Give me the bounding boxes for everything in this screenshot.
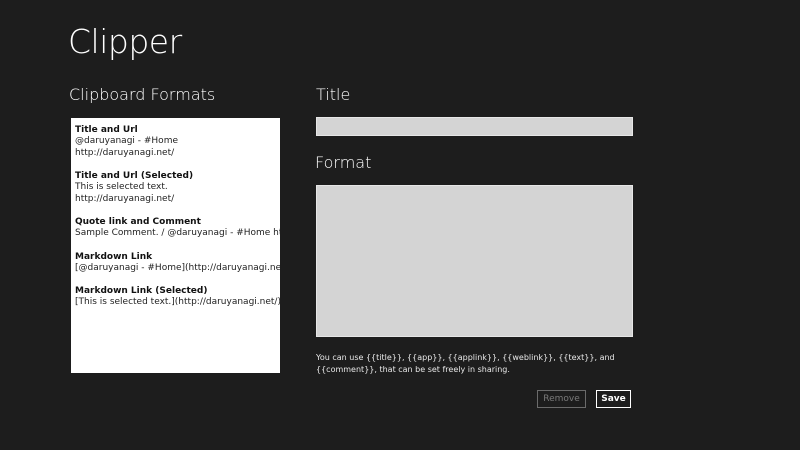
- format-item-line: [@daruyanagi - #Home](http://daruyanagi.…: [75, 262, 280, 273]
- format-item-name: Title and Url (Selected): [75, 171, 194, 181]
- placeholder-hint-text: You can use {{title}}, {{app}}, {{applin…: [316, 353, 615, 374]
- clipboard-formats-list[interactable]: Title and Url @daruyanagi - #Home http:/…: [71, 118, 280, 373]
- clipboard-formats-label: Clipboard Formats: [69, 85, 216, 104]
- clipper-settings-page: Clipper Clipboard Formats Title and Url …: [0, 0, 800, 450]
- title-input[interactable]: [316, 117, 633, 136]
- format-item-name: Quote link and Comment: [75, 217, 201, 227]
- format-item-name: Title and Url: [75, 125, 138, 135]
- format-item-line: Sample Comment. / @daruyanagi - #Home ht…: [75, 228, 280, 238]
- save-button[interactable]: Save: [596, 390, 631, 408]
- app-title: Clipper: [68, 22, 182, 61]
- format-item-line: http://daruyanagi.net/: [75, 193, 175, 204]
- format-item-line: http://daruyanagi.net/: [75, 147, 175, 158]
- title-label: Title: [316, 85, 351, 104]
- remove-button[interactable]: Remove: [537, 390, 586, 408]
- format-item-line: This is selected text.: [75, 182, 168, 192]
- format-item-name: Markdown Link (Selected): [75, 286, 208, 296]
- format-item-title-and-url-selected[interactable]: Title and Url (Selected) This is selecte…: [75, 170, 280, 205]
- format-item-name: Markdown Link: [75, 251, 153, 262]
- format-textarea[interactable]: [316, 185, 633, 337]
- format-item-line: [This is selected text.](http://daruyana…: [75, 297, 280, 307]
- format-item-title-and-url[interactable]: Title and Url @daruyanagi - #Home http:/…: [75, 124, 280, 159]
- format-item-quote-link-and-comment[interactable]: Quote link and Comment Sample Comment. /…: [75, 216, 280, 240]
- format-item-markdown-link-selected[interactable]: Markdown Link (Selected) [This is select…: [75, 285, 280, 309]
- format-item-markdown-link[interactable]: Markdown Link [@daruyanagi - #Home](http…: [75, 251, 280, 275]
- format-label: Format: [315, 153, 372, 172]
- format-item-line: @daruyanagi - #Home: [75, 136, 178, 146]
